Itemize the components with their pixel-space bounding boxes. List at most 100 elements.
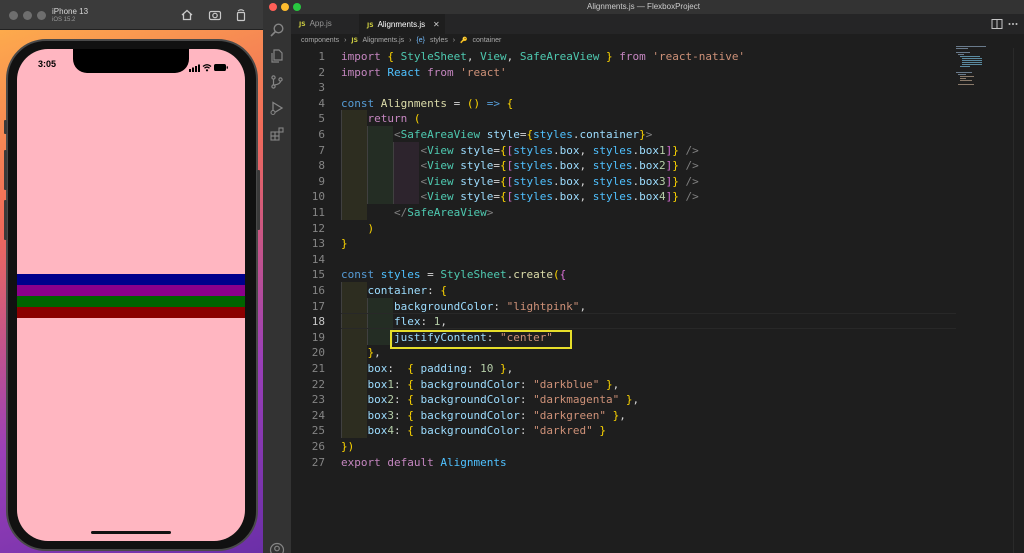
close-tab-icon[interactable]: ✕ (433, 15, 440, 35)
code-line[interactable]: 20 }, (291, 345, 961, 361)
search-icon[interactable] (269, 22, 285, 38)
code-text[interactable]: <View style={[styles.box, styles.box2]} … (341, 158, 698, 174)
extensions-icon[interactable] (269, 126, 285, 142)
rotate-icon[interactable] (234, 8, 248, 22)
code-editor[interactable]: 1 import { StyleSheet, View, SafeAreaView… (291, 48, 1024, 553)
code-text[interactable]: <SafeAreaView style={styles.container}> (341, 127, 652, 143)
code-line[interactable]: 10 <View style={[styles.box, styles.box4… (291, 189, 961, 205)
code-line[interactable]: 15 const styles = StyleSheet.create({ (291, 267, 961, 283)
box4-darkred (17, 307, 245, 318)
code-line[interactable]: 14 (291, 252, 961, 268)
line-number: 15 (311, 268, 325, 282)
close-window-button[interactable] (9, 11, 18, 20)
code-line[interactable]: 19 justifyContent: "center" (291, 330, 961, 346)
vertical-scrollbar[interactable] (1013, 48, 1024, 553)
line-number: 18 (311, 315, 325, 329)
ios-simulator-window: iPhone 13 iOS 15.2 3:05 (0, 0, 263, 553)
js-file-icon: JS (351, 37, 358, 44)
explorer-icon[interactable] (269, 48, 285, 64)
box3-darkgreen (17, 296, 245, 307)
code-line[interactable]: 21 box: { padding: 10 }, (291, 361, 961, 377)
code-line[interactable]: 13} (291, 236, 961, 252)
code-text[interactable]: container: { (341, 283, 447, 299)
code-line[interactable]: 11 </SafeAreaView> (291, 205, 961, 221)
code-text[interactable]: justifyContent: "center" (341, 330, 553, 346)
line-number: 17 (311, 299, 325, 313)
status-bar-time: 3:05 (38, 59, 57, 69)
more-actions-icon[interactable] (1007, 18, 1019, 30)
code-line[interactable]: 4 const Alignments = () => { (291, 96, 961, 112)
minimap[interactable] (956, 46, 994, 86)
code-text[interactable]: } (341, 236, 348, 252)
code-text[interactable]: flex: 1, (341, 314, 447, 330)
code-text[interactable]: }) (341, 439, 354, 455)
code-text[interactable]: <View style={[styles.box, styles.box1]} … (341, 143, 698, 159)
code-line[interactable]: 1 import { StyleSheet, View, SafeAreaView… (291, 49, 961, 65)
code-text[interactable]: backgroundColor: "lightpink", (341, 299, 586, 315)
code-line[interactable]: 7 <View style={[styles.box, styles.box1]… (291, 143, 961, 159)
code-line[interactable]: 24 box3: { backgroundColor: "darkgreen" … (291, 408, 961, 424)
simulator-toolbar: iPhone 13 iOS 15.2 (0, 0, 263, 30)
code-text[interactable]: import { StyleSheet, View, SafeAreaView … (341, 49, 745, 65)
mute-switch[interactable] (4, 120, 7, 134)
volume-up-button[interactable] (4, 150, 7, 190)
run-debug-icon[interactable] (269, 100, 285, 116)
code-line[interactable]: 6 <SafeAreaView style={styles.container}… (291, 127, 961, 143)
account-icon[interactable] (269, 542, 285, 553)
variable-symbol-icon: {e} (416, 37, 425, 44)
code-text[interactable]: }, (341, 345, 381, 361)
code-line[interactable]: 16 container: { (291, 283, 961, 299)
volume-down-button[interactable] (4, 200, 7, 240)
code-text[interactable]: import React from 'react' (341, 65, 507, 81)
power-button[interactable] (257, 170, 260, 230)
code-line[interactable]: 27 export default Alignments (291, 455, 961, 471)
breadcrumb-property[interactable]: container (473, 37, 502, 44)
code-line[interactable]: 2 import React from 'react' (291, 65, 961, 81)
code-line[interactable]: 3 (291, 80, 961, 96)
code-text[interactable]: box: { padding: 10 }, (341, 361, 514, 377)
code-line[interactable]: 17 backgroundColor: "lightpink", (291, 299, 961, 315)
screenshot-icon[interactable] (208, 8, 222, 22)
code-line[interactable]: 12 ) (291, 221, 961, 237)
line-number: 24 (311, 408, 325, 422)
js-file-icon: JS (367, 22, 374, 29)
title-bar: Alignments.js — FlexboxProject (263, 0, 1024, 14)
code-text[interactable]: ) (341, 221, 375, 237)
code-text[interactable]: </SafeAreaView> (341, 205, 493, 221)
code-line[interactable]: 18 flex: 1, (291, 314, 961, 330)
vscode-window: Alignments.js — FlexboxProject JS App.js … (263, 0, 1024, 553)
split-editor-icon[interactable] (991, 18, 1003, 30)
code-line[interactable]: 8 <View style={[styles.box, styles.box2]… (291, 158, 961, 174)
code-text[interactable]: <View style={[styles.box, styles.box4]} … (341, 189, 698, 205)
line-number: 23 (311, 393, 325, 407)
tab-app-js[interactable]: JS App.js (291, 14, 357, 34)
code-line[interactable]: 23 box2: { backgroundColor: "darkmagenta… (291, 392, 961, 408)
line-number: 2 (318, 65, 325, 79)
code-text[interactable]: box2: { backgroundColor: "darkmagenta" }… (341, 392, 640, 408)
code-text[interactable]: const Alignments = () => { (341, 96, 513, 112)
app-screen[interactable]: 3:05 (17, 49, 245, 541)
minimize-window-button[interactable] (23, 11, 32, 20)
code-text[interactable]: box3: { backgroundColor: "darkgreen" }, (341, 408, 626, 424)
home-icon[interactable] (180, 8, 194, 22)
code-text[interactable]: return ( (341, 111, 421, 127)
code-line[interactable]: 9 <View style={[styles.box, styles.box3]… (291, 174, 961, 190)
code-text[interactable]: box1: { backgroundColor: "darkblue" }, (341, 377, 620, 393)
tab-alignments-js[interactable]: JS Alignments.js ✕ (359, 14, 445, 34)
code-line[interactable]: 22 box1: { backgroundColor: "darkblue" }… (291, 377, 961, 393)
line-number: 5 (318, 112, 325, 126)
breadcrumb-folder[interactable]: components (301, 37, 339, 44)
code-line[interactable]: 26}) (291, 439, 961, 455)
breadcrumb-file[interactable]: Alignments.js (363, 37, 405, 44)
code-text[interactable]: box4: { backgroundColor: "darkred" } (341, 423, 606, 439)
zoom-window-button[interactable] (37, 11, 46, 20)
code-line[interactable]: 5 return ( (291, 111, 961, 127)
code-text[interactable]: export default Alignments (341, 455, 507, 471)
code-line[interactable]: 25 box4: { backgroundColor: "darkred" } (291, 423, 961, 439)
home-indicator[interactable] (91, 531, 171, 534)
source-control-icon[interactable] (269, 74, 285, 90)
code-text[interactable]: const styles = StyleSheet.create({ (341, 267, 566, 283)
breadcrumb-symbol[interactable]: styles (430, 37, 448, 44)
code-text[interactable]: <View style={[styles.box, styles.box3]} … (341, 174, 698, 190)
property-symbol-icon: 🔑 (460, 38, 468, 44)
